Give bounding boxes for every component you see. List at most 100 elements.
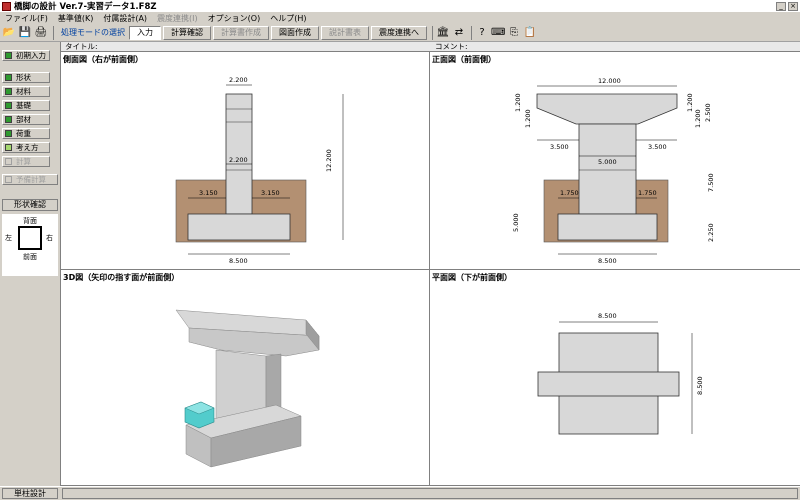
side-dim-left-step: 3.150	[199, 189, 218, 197]
view-3d-pane[interactable]: 3D図（矢印の指す面が前面側）	[61, 270, 430, 486]
front-view-drawing: 12.000 1.200 1.200 1.200 1.200 2.500 3.5…	[512, 77, 715, 265]
side-dim-bottom: 8.500	[229, 257, 248, 265]
front-view-title: 正面図（前面側）	[432, 55, 496, 64]
orientation-box	[18, 226, 42, 250]
seismic-link-button[interactable]: 震度連携へ	[371, 25, 427, 40]
sidebar-item-shape[interactable]: 形状	[2, 72, 50, 83]
calc-check-button[interactable]: 計算確認	[163, 25, 211, 40]
front-dim-foot-right: 1.750	[638, 189, 657, 197]
plan-view-pane[interactable]: 平面図（下が前面側） 8.500 8.500	[430, 270, 800, 486]
building-icon[interactable]: 🏛	[436, 26, 450, 40]
drawing-create-button[interactable]: 図面作成	[271, 25, 319, 40]
title-label: タイトル:	[65, 42, 98, 51]
menu-standard[interactable]: 基準値(K)	[53, 13, 99, 24]
side-view-pane[interactable]: 側面図（右が前面側） 2.200 2.200 3.150 3.150 8.500…	[61, 52, 430, 270]
front-dim-cap-left: 3.500	[550, 143, 569, 151]
side-view-title: 側面図（右が前面側）	[63, 55, 143, 64]
help-icon[interactable]: ?	[475, 26, 489, 40]
side-dim-top: 2.200	[229, 76, 248, 84]
check-icon	[5, 102, 12, 109]
plan-cap	[537, 371, 680, 397]
front-dim-cap-right: 3.500	[648, 143, 667, 151]
toolbar: 📂 💾 🖨 処理モードの選択 入力 計算確認 計算書作成 図面作成 説計書表 震…	[0, 24, 800, 42]
check-icon	[5, 176, 12, 183]
app-icon	[2, 1, 11, 11]
keyboard-icon[interactable]: ⌨	[491, 26, 505, 40]
pier-column	[578, 123, 637, 215]
initial-input-button[interactable]: 初期入力	[2, 50, 50, 61]
menu-help[interactable]: ヘルプ(H)	[265, 13, 311, 24]
input-mode-button[interactable]: 入力	[129, 25, 161, 40]
sidebar-item-member[interactable]: 部材	[2, 114, 50, 125]
open-folder-icon[interactable]: 📂	[2, 26, 16, 40]
toolbar-separator	[432, 25, 433, 40]
report-create-button[interactable]: 計算書作成	[213, 25, 269, 40]
pier-column	[225, 93, 253, 215]
front-dim-right-h: 7.500	[707, 173, 715, 192]
print-preview-icon[interactable]: 🖨	[34, 26, 48, 40]
front-dim-r3: 2.500	[704, 103, 712, 122]
plan-dim-right: 8.500	[696, 376, 704, 395]
check-icon	[5, 88, 12, 95]
check-icon	[5, 52, 12, 59]
sidebar-item-approach[interactable]: 考え方	[2, 142, 50, 153]
save-icon[interactable]: 💾	[18, 26, 32, 40]
title-comment-row: タイトル: コメント:	[61, 42, 800, 52]
drawing-canvas: タイトル: コメント: 側面図（右が前面側） 2.200 2.200 3.150…	[60, 42, 800, 486]
check-icon	[5, 144, 12, 151]
close-button[interactable]: ×	[788, 1, 798, 11]
side-dim-mid: 2.200	[229, 156, 248, 164]
footing	[187, 213, 291, 241]
front-dim-right-bottom: 2.250	[707, 223, 715, 242]
orientation-right: 右	[46, 234, 53, 242]
mode-select-label: 処理モードの選択	[61, 28, 125, 37]
front-dim-col: 5.000	[598, 158, 617, 166]
menu-file[interactable]: ファイル(F)	[0, 13, 53, 24]
front-dim-l2: 1.200	[524, 109, 532, 128]
orientation-left: 左	[5, 234, 12, 242]
front-dim-foot-left: 1.750	[560, 189, 579, 197]
side-dim-right-step: 3.150	[261, 189, 280, 197]
plan-view-title: 平面図（下が前面側）	[432, 273, 512, 282]
front-view-pane[interactable]: 正面図（前面側） 12.000 1.200 1.200 1.200 1.200 …	[430, 52, 800, 270]
footing	[557, 213, 658, 241]
orientation-back: 背面	[23, 217, 37, 225]
side-view-drawing: 2.200 2.200 3.150 3.150 8.500 12.200	[175, 76, 344, 265]
menu-attached-design[interactable]: 付属設計(A)	[98, 13, 152, 24]
menu-seismic-link[interactable]: 震度連携(I)	[152, 13, 203, 24]
front-dim-r1: 1.200	[686, 93, 694, 112]
plan-dim-top: 8.500	[598, 312, 617, 320]
menu-bar: ファイル(F) 基準値(K) 付属設計(A) 震度連携(I) オプション(O) …	[0, 12, 800, 24]
minimize-button[interactable]: _	[776, 1, 786, 11]
front-dim-top: 12.000	[598, 77, 621, 85]
sidebar-item-precalc[interactable]: 予備計算	[2, 174, 58, 185]
front-dim-left-h: 5.000	[512, 213, 520, 232]
menu-options[interactable]: オプション(O)	[203, 13, 266, 24]
toolbar-separator	[53, 25, 54, 40]
sidebar-item-load[interactable]: 荷重	[2, 128, 50, 139]
plan-view-drawing: 8.500 8.500	[537, 312, 704, 435]
copy-icon[interactable]: ⎘	[507, 26, 521, 40]
front-dim-bottom: 8.500	[598, 257, 617, 265]
title-bar: 橋脚の設計 Ver.7-実習データ1.F8Z _ ×	[0, 0, 800, 12]
sidebar: 初期入力 形状 材料 基礎 部材 荷重 考え方 計算 予備計算 形状確認 背面 …	[0, 44, 60, 486]
side-dim-height: 12.200	[325, 149, 333, 172]
status-message	[62, 488, 798, 499]
front-dim-r2: 1.200	[694, 109, 702, 128]
comment-label: コメント:	[435, 42, 468, 51]
window-title: 橋脚の設計 Ver.7-実習データ1.F8Z	[14, 2, 157, 12]
check-icon	[5, 74, 12, 81]
check-icon	[5, 130, 12, 137]
view-3d-title: 3D図（矢印の指す面が前面側）	[63, 273, 180, 282]
design-table-button[interactable]: 説計書表	[321, 25, 369, 40]
sidebar-item-material[interactable]: 材料	[2, 86, 50, 97]
pier-cap	[536, 93, 678, 125]
view-3d-drawing	[175, 309, 320, 468]
check-icon	[5, 158, 12, 165]
toolbar-separator	[471, 25, 472, 40]
sidebar-item-foundation[interactable]: 基礎	[2, 100, 50, 111]
sidebar-item-calc[interactable]: 計算	[2, 156, 50, 167]
transfer-icon[interactable]: ⇄	[452, 26, 466, 40]
paste-icon[interactable]: 📋	[523, 26, 537, 40]
status-bar: 単柱設計	[0, 486, 800, 500]
